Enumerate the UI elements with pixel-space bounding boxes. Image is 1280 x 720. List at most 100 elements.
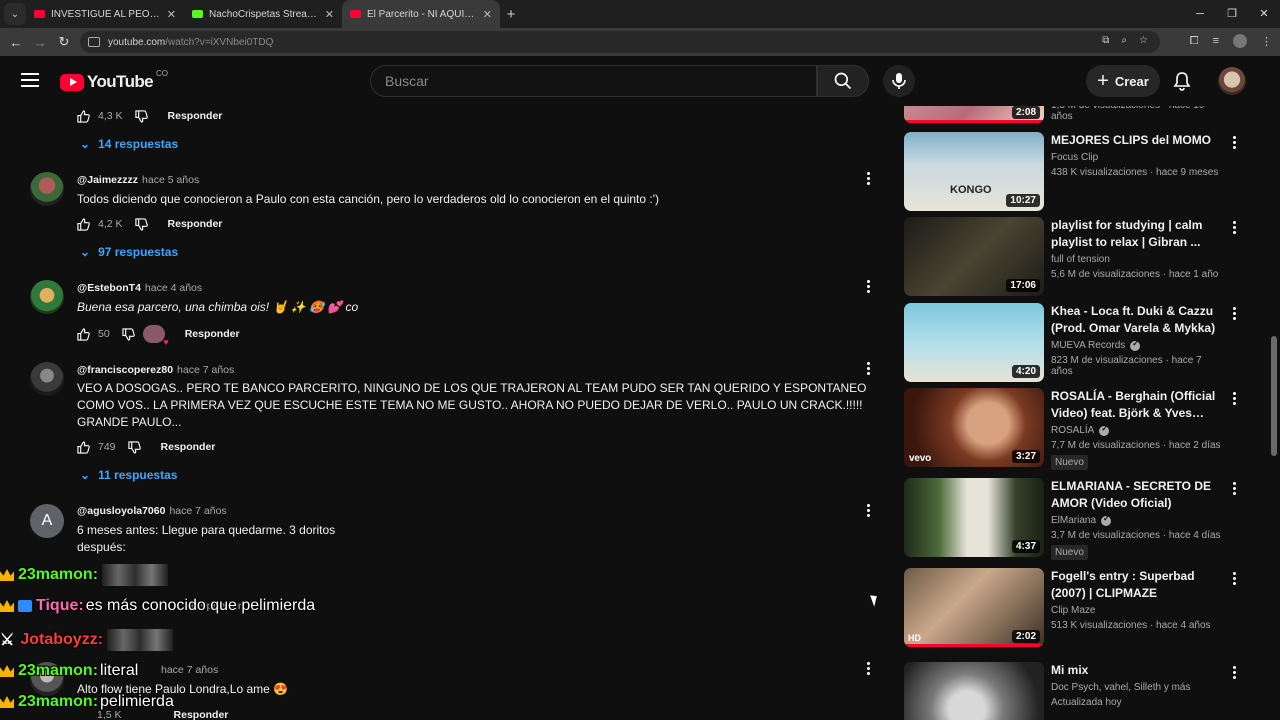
media-control-icon[interactable]: ≡ <box>1213 35 1219 47</box>
video-more-options-icon[interactable] <box>1231 307 1237 320</box>
browser-tab-3-active[interactable]: El Parcerito - NI AQUI NI DE AL ✕ <box>342 0 500 28</box>
video-more-options-icon[interactable] <box>1231 666 1237 679</box>
address-bar[interactable]: youtube.com/watch?v=iXVNbei0TDQ ⧉ ⌕ ☆ <box>80 31 1160 53</box>
video-thumbnail[interactable]: HD 2:02 <box>904 568 1044 647</box>
comment-more-options-icon[interactable] <box>862 662 874 675</box>
video-title[interactable]: ELMARIANA - SECRETO DE AMOR (Video Ofici… <box>1051 478 1221 512</box>
like-button[interactable] <box>77 440 90 454</box>
comment-more-options-icon[interactable] <box>862 172 874 185</box>
close-window-icon[interactable]: ✕ <box>1248 0 1280 28</box>
view-replies-button[interactable]: ⌄ 97 respuestas <box>80 245 178 259</box>
video-thumbnail[interactable]: 4:20 <box>904 303 1044 382</box>
install-app-icon[interactable]: ⧉ <box>1102 35 1109 46</box>
commenter-avatar[interactable] <box>30 362 64 396</box>
video-more-options-icon[interactable] <box>1231 482 1237 495</box>
comment-time[interactable]: hace 7 años <box>169 505 226 517</box>
thumbs-down-icon[interactable] <box>122 327 135 341</box>
video-info: Mi mix Doc Psych, vahel, Silleth y más A… <box>1051 662 1221 708</box>
chat-message: 23mamon: pelimierda <box>0 693 174 711</box>
video-more-options-icon[interactable] <box>1231 221 1237 234</box>
comment-author[interactable]: @franciscoperez80 <box>77 364 173 376</box>
bookmark-star-icon[interactable]: ☆ <box>1139 35 1148 46</box>
video-channel[interactable]: full of tension <box>1051 254 1221 265</box>
page-scrollbar[interactable] <box>1268 56 1280 720</box>
site-info-icon[interactable] <box>88 37 100 47</box>
tab-search-button[interactable]: ⌄ <box>4 3 26 25</box>
video-channel[interactable]: Focus Clip <box>1051 152 1221 163</box>
video-thumbnail[interactable]: vevo 3:27 <box>904 388 1044 467</box>
video-channel[interactable]: ElMariana <box>1051 514 1221 526</box>
forward-icon[interactable]: → <box>28 35 52 50</box>
video-title[interactable]: Mi mix <box>1051 662 1221 679</box>
notifications-bell-icon[interactable] <box>1172 71 1192 91</box>
video-channel[interactable]: MUEVA Records <box>1051 339 1221 351</box>
video-title[interactable]: ROSALÍA - Berghain (Official Video) feat… <box>1051 388 1221 422</box>
video-more-options-icon[interactable] <box>1231 572 1237 585</box>
comment-author[interactable]: @Jaimezzzz <box>77 174 138 186</box>
comment-more-options-icon[interactable] <box>862 504 874 517</box>
like-button[interactable] <box>77 109 90 123</box>
video-thumbnail[interactable]: 2:08 <box>904 106 1044 123</box>
voice-search-button[interactable] <box>883 65 915 97</box>
new-tab-button[interactable]: + <box>500 6 522 23</box>
video-thumbnail[interactable]: KONGO 10:27 <box>904 132 1044 211</box>
comment-time[interactable]: hace 5 años <box>142 174 199 186</box>
extensions-icon[interactable]: ⧠ <box>1190 35 1199 48</box>
create-button[interactable]: + Crear <box>1086 65 1160 97</box>
thumbs-down-icon[interactable] <box>134 217 148 231</box>
video-meta: 823 M de visualizaciones · hace 7 años <box>1051 355 1202 377</box>
video-more-options-icon[interactable] <box>1231 136 1237 149</box>
thumbs-down-icon[interactable] <box>127 440 141 454</box>
reply-button[interactable]: Responder <box>185 328 240 340</box>
back-icon[interactable]: ← <box>4 35 28 50</box>
browser-menu-icon[interactable]: ⋮ <box>1261 35 1272 48</box>
video-thumbnail[interactable]: 4:37 <box>904 478 1044 557</box>
commenter-avatar[interactable] <box>30 280 64 314</box>
close-tab-icon[interactable]: ✕ <box>325 8 334 21</box>
video-channel[interactable]: Clip Maze <box>1051 605 1221 616</box>
search-input[interactable] <box>385 73 816 89</box>
video-thumbnail[interactable]: 17:06 <box>904 217 1044 296</box>
comment-time[interactable]: hace 4 años <box>145 282 202 294</box>
reload-icon[interactable]: ↻ <box>52 34 76 50</box>
commenter-avatar[interactable]: A <box>30 504 64 538</box>
restore-icon[interactable]: ❐ <box>1216 0 1248 28</box>
browser-tab-2[interactable]: NachoCrispetas Stream - Watc ✕ <box>184 0 342 28</box>
comment-more-options-icon[interactable] <box>862 362 874 375</box>
video-title[interactable]: Khea - Loca ft. Duki & Cazzu (Prod. Omar… <box>1051 303 1221 337</box>
video-duration: 3:27 <box>1011 450 1040 463</box>
browser-tab-bar: ⌄ INVESTIGUÉ AL PEOR ASESINO ✕ NachoCris… <box>0 0 1280 28</box>
video-more-options-icon[interactable] <box>1231 392 1237 405</box>
reply-button[interactable]: Responder <box>168 218 223 230</box>
browser-tab-1[interactable]: INVESTIGUÉ AL PEOR ASESINO ✕ <box>26 0 184 28</box>
video-thumbnail[interactable] <box>904 662 1044 720</box>
video-title[interactable]: playlist for studying | calm playlist to… <box>1051 217 1221 251</box>
comment-more-options-icon[interactable] <box>862 280 874 293</box>
menu-icon[interactable] <box>21 73 39 87</box>
comment-author[interactable]: @agusloyola7060 <box>77 505 165 517</box>
view-replies-button[interactable]: ⌄ 14 respuestas <box>80 137 178 151</box>
reply-button[interactable]: Responder <box>168 110 223 122</box>
comment-time[interactable]: hace 7 años <box>177 364 234 376</box>
video-title[interactable]: MEJORES CLIPS del MOMO <box>1051 132 1221 149</box>
commenter-avatar[interactable] <box>30 172 64 206</box>
browser-profile-avatar[interactable] <box>1233 34 1247 48</box>
thumbs-down-icon[interactable] <box>134 109 148 123</box>
browser-toolbar: ← → ↻ youtube.com/watch?v=iXVNbei0TDQ ⧉ … <box>0 28 1280 56</box>
close-tab-icon[interactable]: ✕ <box>167 8 176 21</box>
reply-button[interactable]: Responder <box>161 441 216 453</box>
view-replies-button[interactable]: ⌄ 11 respuestas <box>80 468 177 482</box>
youtube-logo[interactable]: YouTube CO <box>60 69 168 92</box>
minimize-icon[interactable]: ─ <box>1184 0 1216 28</box>
comment-author[interactable]: @EstebonT4 <box>77 282 141 294</box>
video-channel[interactable]: ROSALÍA <box>1051 424 1221 436</box>
close-tab-icon[interactable]: ✕ <box>483 8 492 21</box>
search-button[interactable] <box>817 65 869 97</box>
video-title[interactable]: Fogell's entry : Superbad (2007) | CLIPM… <box>1051 568 1221 602</box>
video-channel[interactable]: Doc Psych, vahel, Silleth y más <box>1051 682 1221 693</box>
account-avatar[interactable] <box>1218 67 1246 95</box>
like-button[interactable] <box>77 217 90 231</box>
zoom-icon[interactable]: ⌕ <box>1121 35 1127 46</box>
scrollbar-thumb[interactable] <box>1271 336 1277 456</box>
like-button[interactable] <box>77 327 90 341</box>
